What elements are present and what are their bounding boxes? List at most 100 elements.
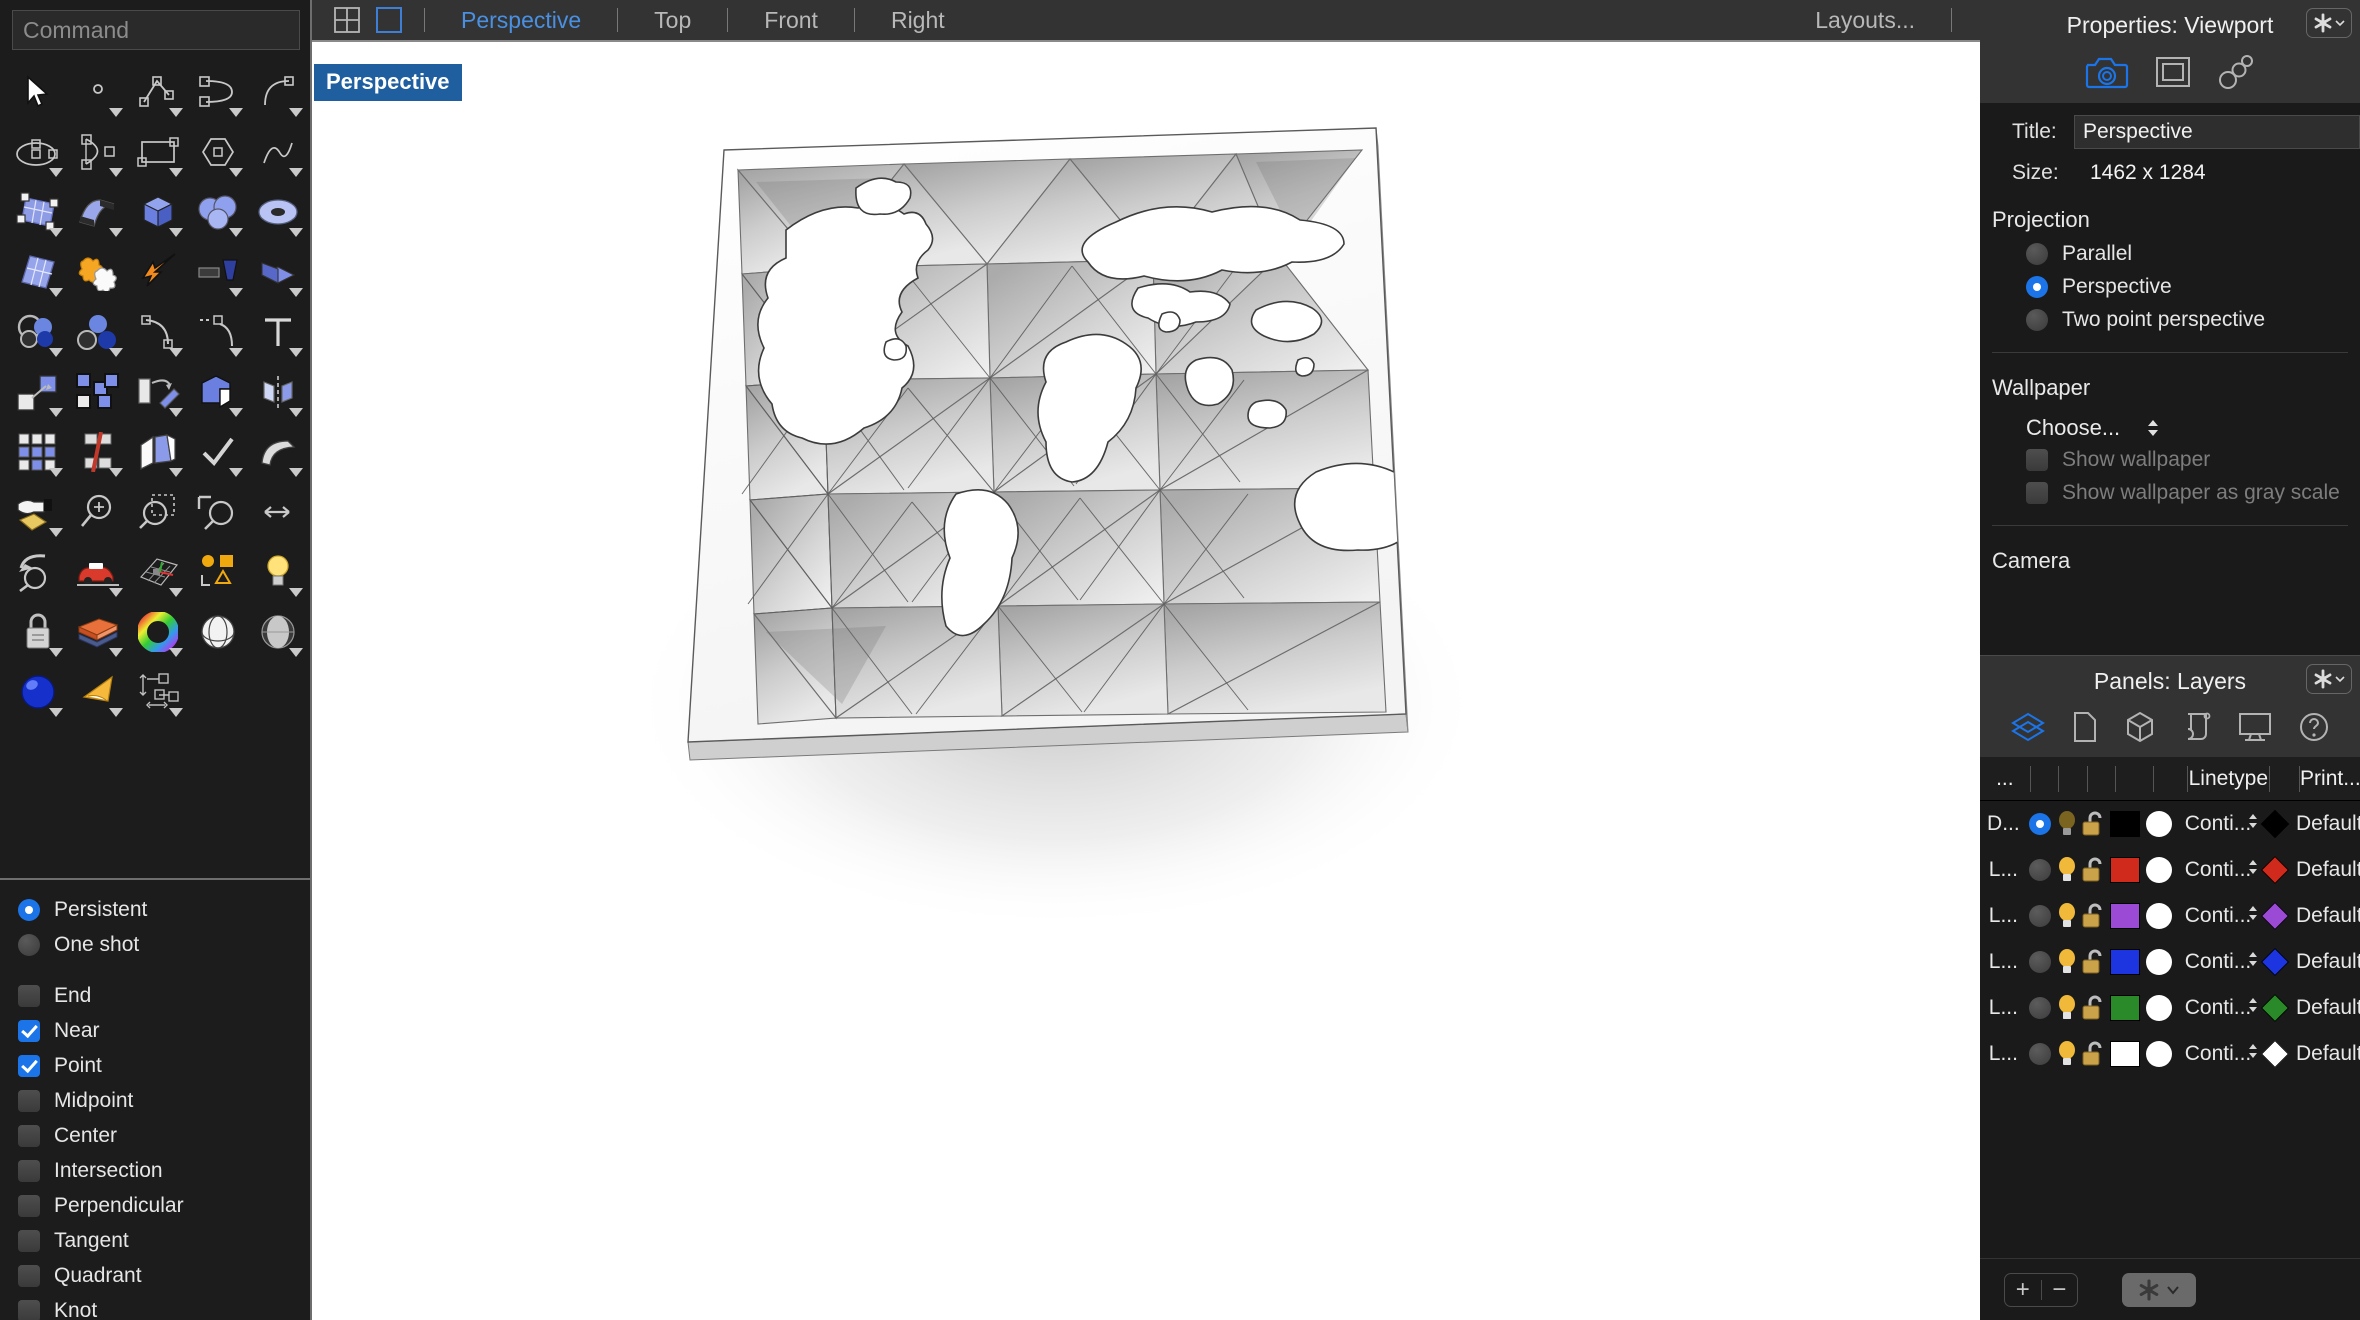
dimension-text-tool[interactable]	[248, 302, 308, 362]
linetype-value[interactable]: Conti...	[2175, 950, 2252, 974]
linetype-value[interactable]: Conti...	[2175, 812, 2252, 836]
table-row[interactable]: L... Conti... Default	[1980, 847, 2360, 893]
curve-tool[interactable]	[188, 62, 248, 122]
surface-from-points-tool[interactable]	[8, 182, 68, 242]
osnap-intersection[interactable]: Intersection	[18, 1153, 310, 1188]
current-toggle[interactable]	[2027, 997, 2054, 1019]
extrude-surface-tool[interactable]	[68, 182, 128, 242]
osnap-tangent[interactable]: Tangent	[18, 1223, 310, 1258]
explode-tool[interactable]	[128, 242, 188, 302]
rectangle-tool[interactable]	[128, 122, 188, 182]
projection-two-point[interactable]: Two point perspective	[2026, 303, 2360, 336]
freeform-curve-tool[interactable]	[248, 122, 308, 182]
zoom-extents-tool[interactable]	[68, 482, 128, 542]
split-tool[interactable]	[128, 422, 188, 482]
show-wallpaper-checkbox[interactable]: Show wallpaper	[2026, 443, 2360, 476]
add-layer-button[interactable]: +	[2005, 1276, 2041, 1304]
osnap-knot[interactable]: Knot	[18, 1293, 310, 1320]
material-swatch[interactable]	[2143, 903, 2175, 929]
tab-help[interactable]	[2298, 711, 2330, 743]
sphere-render-tool[interactable]	[248, 602, 308, 662]
print-width-value[interactable]: Default	[2290, 858, 2360, 882]
perspective-viewport[interactable]: Perspective	[312, 42, 1980, 1320]
layer-color-swatch[interactable]	[2107, 995, 2142, 1021]
osnap-mode-one-shot[interactable]: One shot	[18, 927, 310, 962]
lock-toggle[interactable]	[2080, 810, 2107, 838]
rotate-tool[interactable]	[128, 362, 188, 422]
lock-toggle[interactable]	[2080, 994, 2107, 1022]
print-color-swatch[interactable]	[2261, 993, 2290, 1023]
material-layers-tool[interactable]	[68, 602, 128, 662]
visibility-toggle[interactable]	[2054, 948, 2081, 976]
zoom-selected-tool[interactable]	[188, 482, 248, 542]
projection-perspective[interactable]: Perspective	[2026, 270, 2360, 303]
osnap-center[interactable]: Center	[18, 1118, 310, 1153]
linetype-stepper-icon[interactable]	[2247, 1042, 2261, 1066]
linetype-stepper-icon[interactable]	[2247, 904, 2261, 928]
print-width-value[interactable]: Default	[2290, 1042, 2360, 1066]
current-toggle[interactable]	[2027, 813, 2054, 835]
layout-objects-tool[interactable]	[188, 542, 248, 602]
layouts-button[interactable]: Layouts...	[1793, 7, 1937, 34]
linetype-value[interactable]: Conti...	[2175, 1042, 2252, 1066]
lock-tool[interactable]	[8, 602, 68, 662]
text-tool[interactable]	[188, 302, 248, 362]
layer-name[interactable]: L...	[1980, 858, 2027, 882]
arc-tool[interactable]	[248, 62, 308, 122]
tab-chain-links[interactable]	[2217, 55, 2255, 89]
tab-top[interactable]: Top	[632, 7, 713, 34]
osnap-end[interactable]: End	[18, 978, 310, 1013]
remove-layer-button[interactable]: −	[2041, 1276, 2077, 1304]
visibility-toggle[interactable]	[2054, 902, 2081, 930]
move-tool[interactable]	[8, 362, 68, 422]
box-tool[interactable]	[128, 182, 188, 242]
layer-name[interactable]: L...	[1980, 996, 2027, 1020]
print-width-value[interactable]: Default	[2290, 904, 2360, 928]
print-color-swatch[interactable]	[2261, 947, 2290, 977]
divider[interactable]	[2029, 765, 2031, 792]
tab-right[interactable]: Right	[869, 7, 967, 34]
layer-color-swatch[interactable]	[2107, 903, 2142, 929]
color-wheel-tool[interactable]	[128, 602, 188, 662]
material-swatch[interactable]	[2143, 949, 2175, 975]
select-arrow-tool[interactable]	[8, 62, 68, 122]
lock-toggle[interactable]	[2080, 948, 2107, 976]
boolean-union-solid-tool[interactable]	[188, 362, 248, 422]
lock-toggle[interactable]	[2080, 856, 2107, 884]
tab-layers[interactable]	[2010, 711, 2046, 743]
print-color-swatch[interactable]	[2261, 809, 2290, 839]
boolean-difference-tool[interactable]	[68, 302, 128, 362]
trim-tool[interactable]	[68, 422, 128, 482]
layer-color-swatch[interactable]	[2107, 1041, 2142, 1067]
table-row[interactable]: L... Conti... Default	[1980, 1031, 2360, 1077]
lock-toggle[interactable]	[2080, 902, 2107, 930]
divider[interactable]	[2058, 765, 2060, 792]
projection-parallel[interactable]: Parallel	[2026, 237, 2360, 270]
tab-scroll[interactable]	[2182, 711, 2212, 743]
print-width-value[interactable]: Default	[2290, 996, 2360, 1020]
layer-name[interactable]: L...	[1980, 1042, 2027, 1066]
layers-options-button[interactable]	[2306, 664, 2352, 694]
light-tool[interactable]	[248, 542, 308, 602]
visibility-toggle[interactable]	[2054, 1040, 2081, 1068]
material-swatch[interactable]	[2143, 857, 2175, 883]
current-toggle[interactable]	[2027, 1043, 2054, 1065]
layer-color-swatch[interactable]	[2107, 811, 2142, 837]
osnap-midpoint[interactable]: Midpoint	[18, 1083, 310, 1118]
boolean-union-tool[interactable]	[8, 302, 68, 362]
col-print-width[interactable]: Print...	[2300, 767, 2360, 791]
rotate-view-tool[interactable]	[8, 542, 68, 602]
wallpaper-choose-select[interactable]: Choose...	[1980, 405, 2360, 443]
polygon-tool[interactable]	[188, 122, 248, 182]
linetype-stepper-icon[interactable]	[2247, 858, 2261, 882]
command-input[interactable]	[12, 10, 300, 50]
sphere-shade-tool[interactable]	[188, 602, 248, 662]
linetype-value[interactable]: Conti...	[2175, 996, 2252, 1020]
layers-settings-dropdown[interactable]	[2122, 1272, 2196, 1307]
tab-camera[interactable]	[2085, 55, 2129, 89]
layer-color-swatch[interactable]	[2107, 857, 2142, 883]
show-wallpaper-grayscale-checkbox[interactable]: Show wallpaper as gray scale	[2026, 476, 2360, 509]
table-row[interactable]: D... Conti... Default	[1980, 801, 2360, 847]
viewport-title-label[interactable]: Perspective	[314, 64, 462, 101]
check-tool[interactable]	[188, 422, 248, 482]
